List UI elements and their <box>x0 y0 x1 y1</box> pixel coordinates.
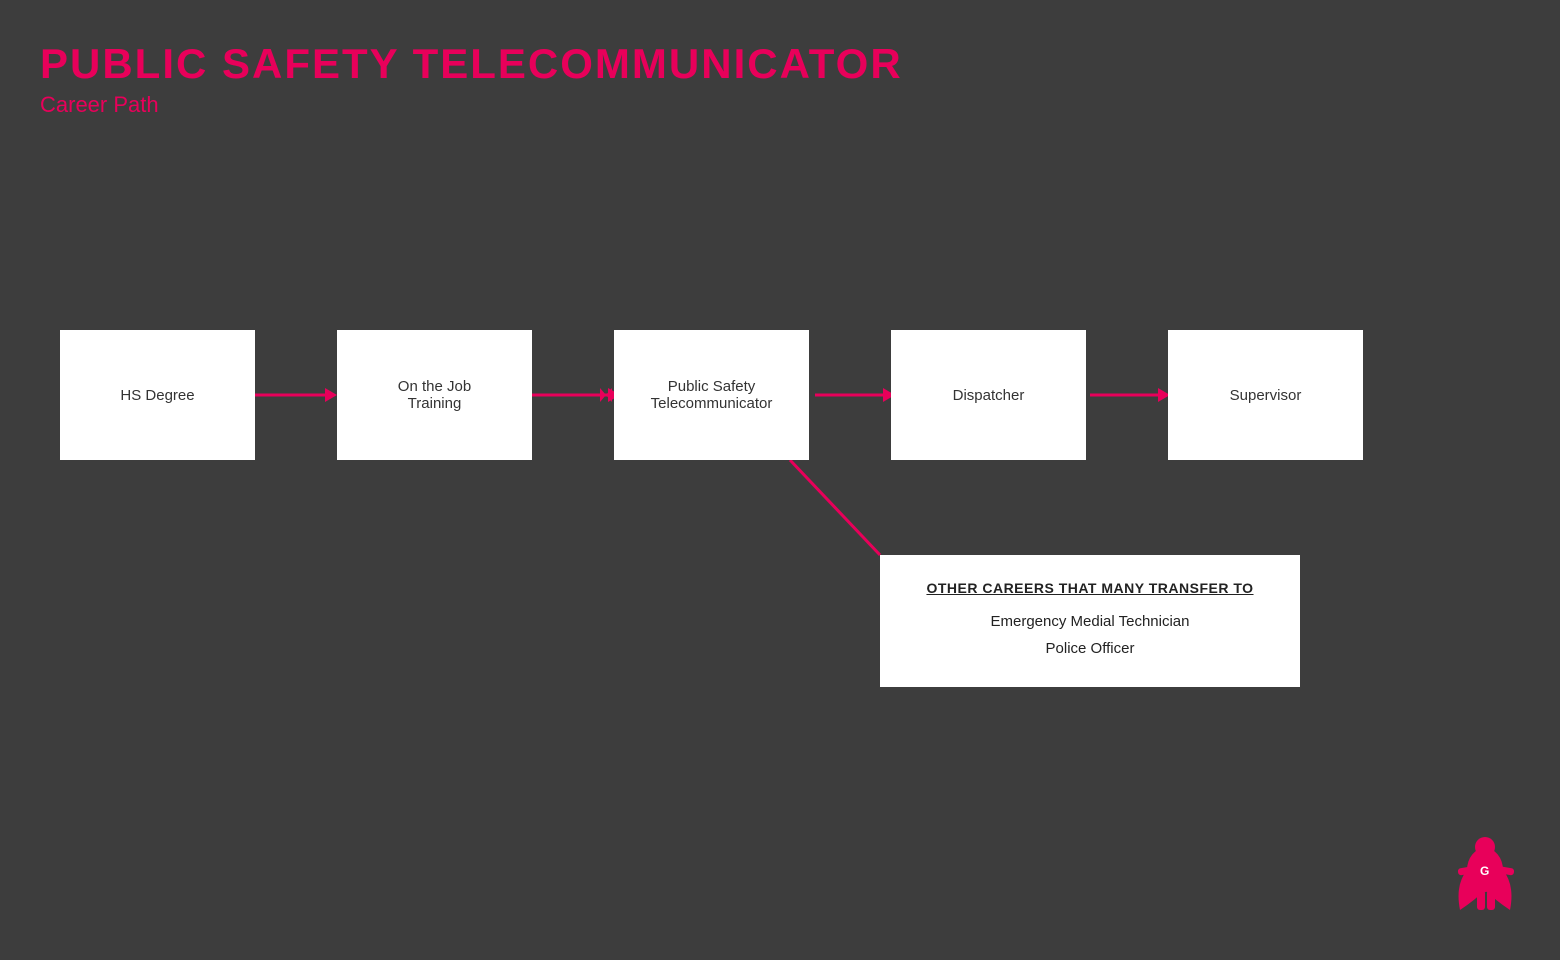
other-careers-item-2: Police Officer <box>910 635 1270 662</box>
logo: G <box>1450 835 1520 930</box>
card-pst: Public Safety Telecommunicator <box>614 330 809 460</box>
page-title: PUBLIC SAFETY TELECOMMUNICATOR <box>40 40 903 88</box>
career-path-subtitle: Career Path <box>40 92 903 118</box>
card-supervisor: Supervisor <box>1168 330 1363 460</box>
card-on-the-job: On the Job Training <box>337 330 532 460</box>
superhero-icon: G <box>1450 835 1520 925</box>
svg-text:G: G <box>1480 864 1489 878</box>
other-careers-item-1: Emergency Medial Technician <box>910 608 1270 635</box>
header: PUBLIC SAFETY TELECOMMUNICATOR Career Pa… <box>40 40 903 118</box>
career-flow: HS Degree On the Job Training Public Saf… <box>60 330 1363 460</box>
card-dispatcher: Dispatcher <box>891 330 1086 460</box>
other-careers-card: OTHER CAREERS THAT MANY TRANSFER TO Emer… <box>880 555 1300 687</box>
card-hs-degree: HS Degree <box>60 330 255 460</box>
other-careers-title: OTHER CAREERS THAT MANY TRANSFER TO <box>910 580 1270 596</box>
other-careers-container: OTHER CAREERS THAT MANY TRANSFER TO Emer… <box>880 555 1300 687</box>
diagram-connections <box>0 0 1560 960</box>
